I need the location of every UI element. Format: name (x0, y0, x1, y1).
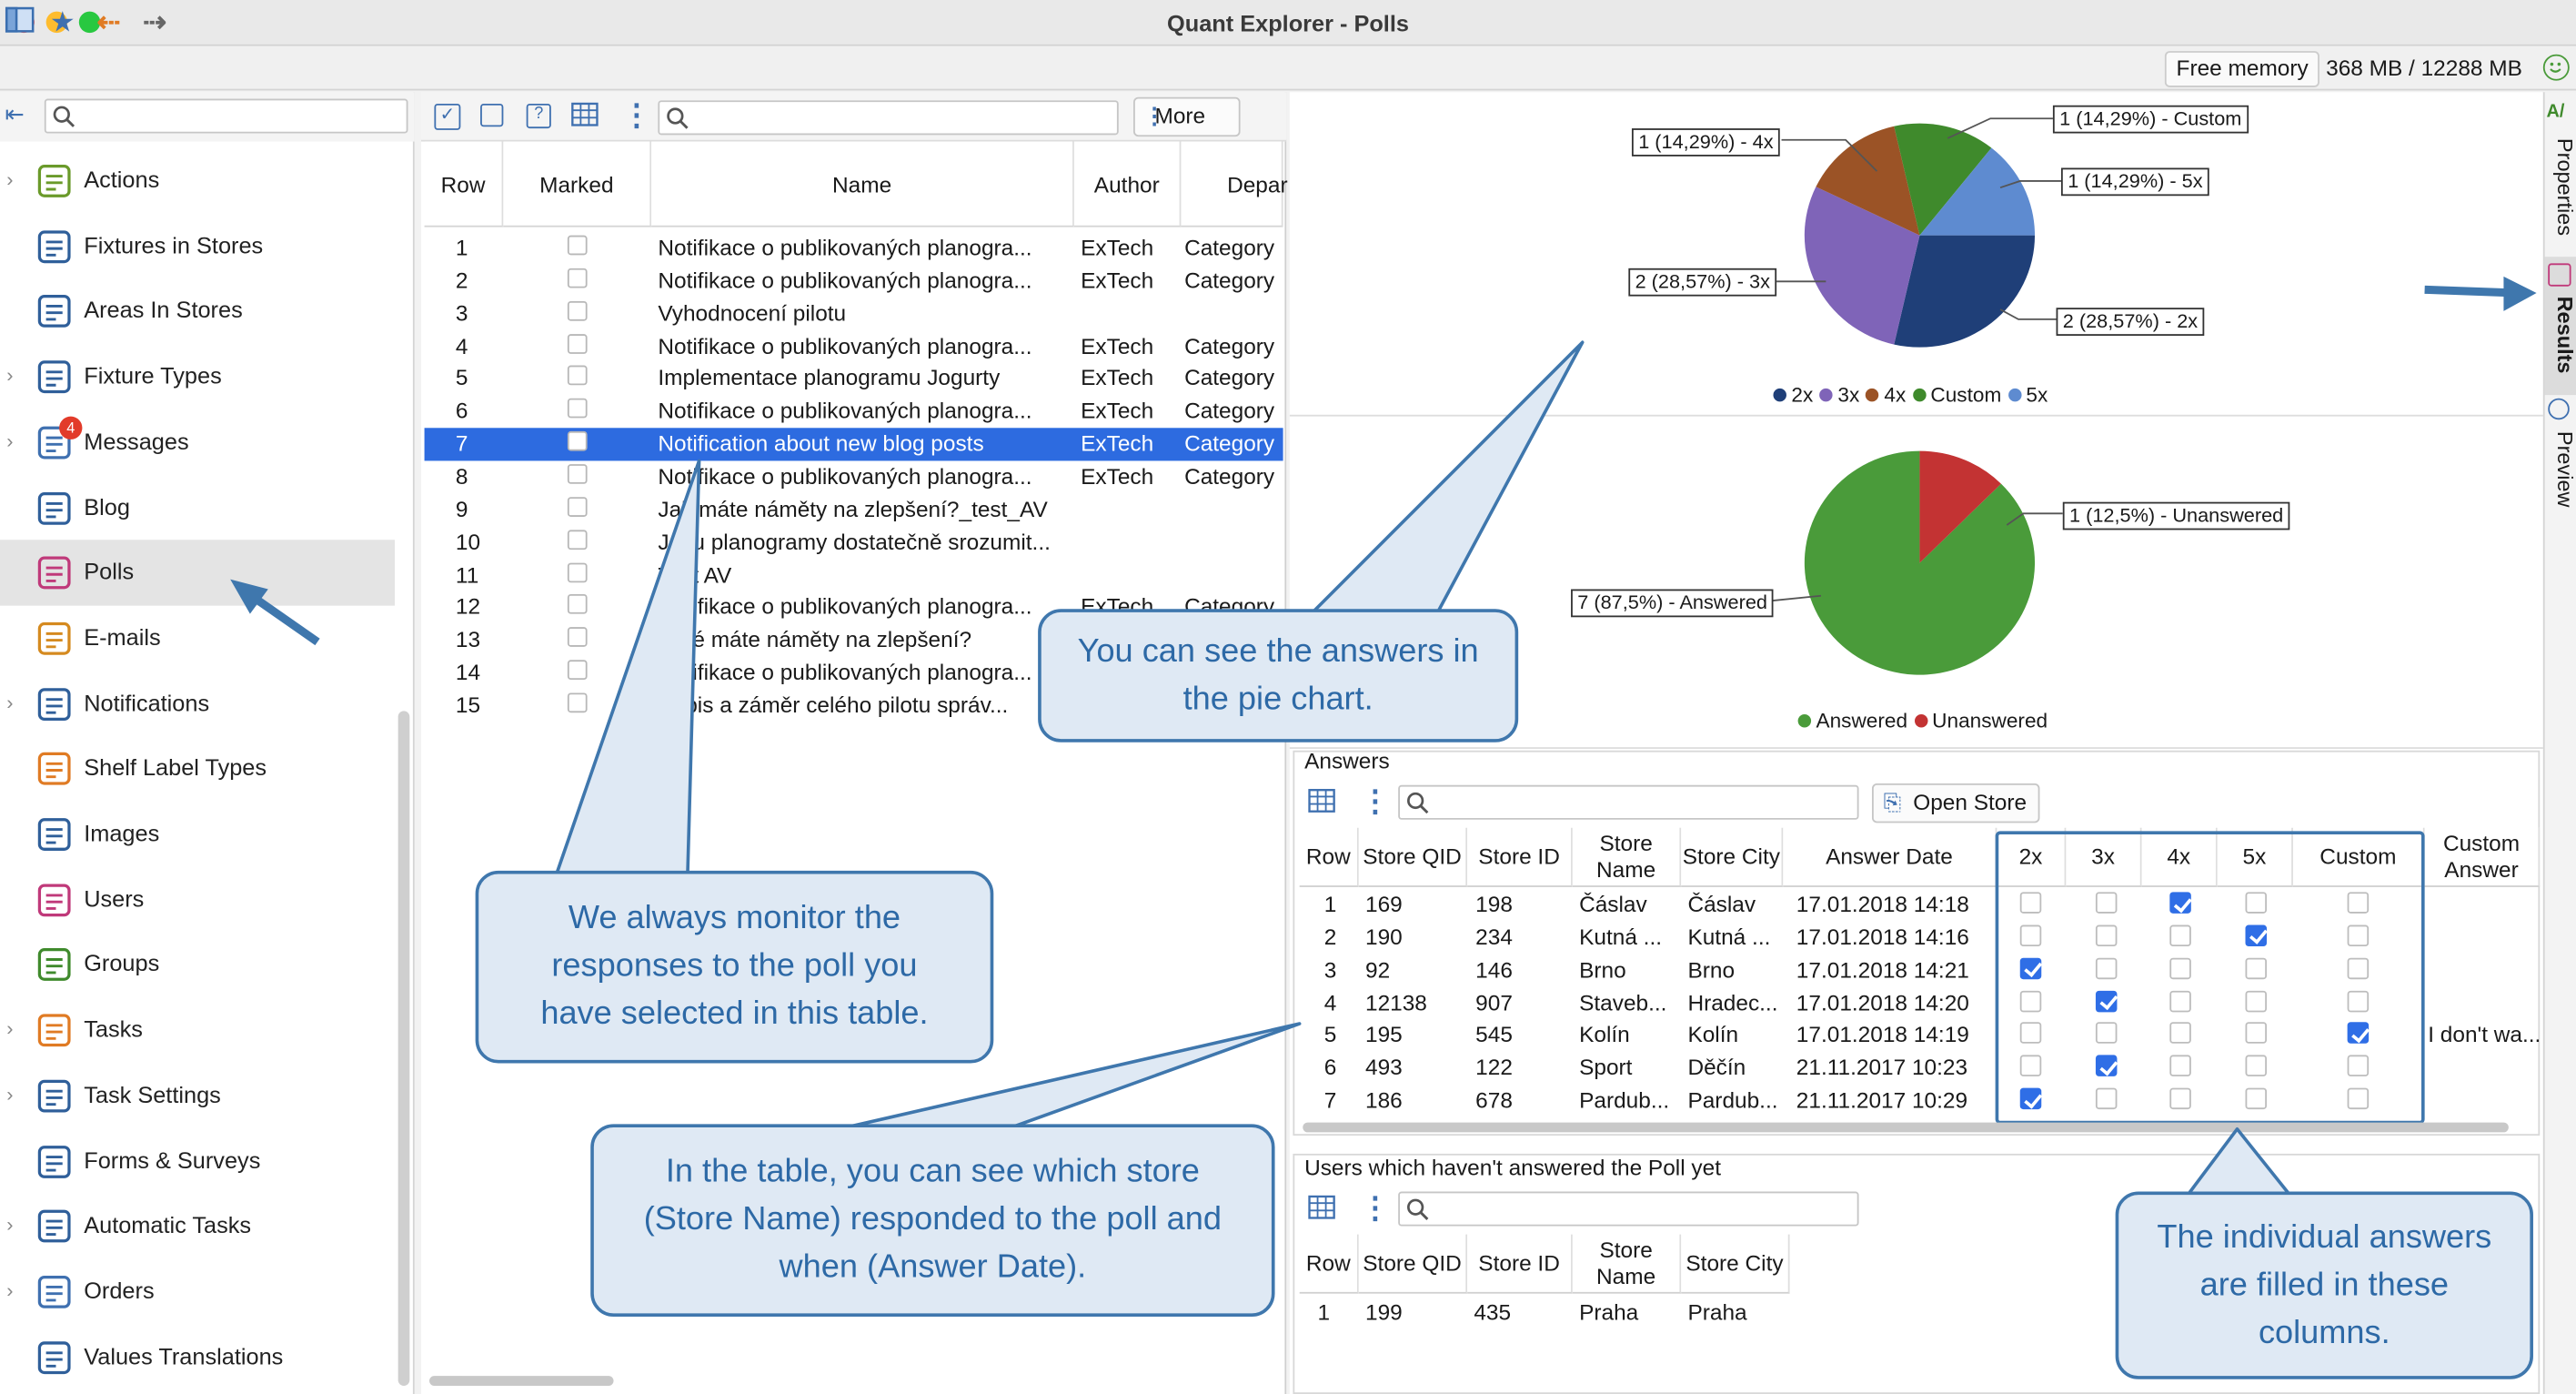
callout-monitor: We always monitor the responses to the p… (475, 870, 994, 1064)
callout-store-table: In the table, you can see which store (S… (590, 1124, 1275, 1317)
app-window: Quant Explorer - Polls ★ ⇠ ⇢ Free memory… (0, 0, 2576, 1394)
callout-answer-columns: The individual answers are filled in the… (2115, 1191, 2533, 1379)
callout-pie-chart: You can see the answers in the pie chart… (1038, 609, 1519, 742)
